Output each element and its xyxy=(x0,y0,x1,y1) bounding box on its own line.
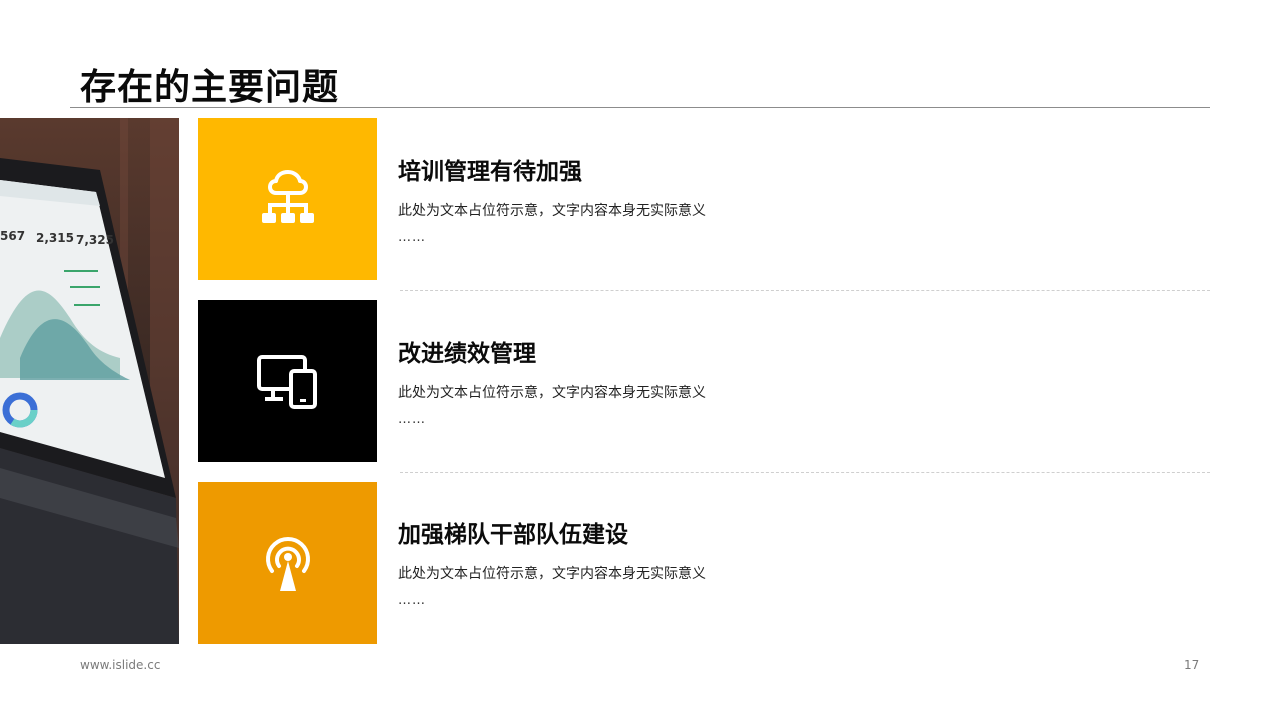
page-number: 17 xyxy=(1184,658,1200,672)
slide-title: 存在的主要问题 xyxy=(80,67,340,108)
devices-icon xyxy=(256,355,317,409)
title-divider xyxy=(70,107,1210,108)
item-tile-training xyxy=(198,118,377,280)
item-description: 此处为文本占位符示意，文字内容本身无实际意义 xyxy=(398,566,706,582)
progress-bar xyxy=(70,286,100,288)
item-separator xyxy=(400,290,1210,291)
footer-url[interactable]: www.islide.cc xyxy=(80,658,160,672)
cloud-network-icon xyxy=(261,170,314,223)
item-tile-cadre xyxy=(198,482,377,644)
item-tile-performance xyxy=(198,300,377,462)
item-heading: 改进绩效管理 xyxy=(398,341,536,367)
broadcast-icon xyxy=(265,537,310,591)
stat-value: 7,325 xyxy=(76,233,114,247)
item-heading: 培训管理有待加强 xyxy=(398,159,582,185)
item-heading: 加强梯队干部队伍建设 xyxy=(398,522,628,548)
laptop-dashboard-photo: 567 2,315 7,325 xyxy=(0,118,179,644)
stat-value: 567 xyxy=(0,229,25,243)
progress-bar xyxy=(64,270,98,272)
laptop-illustration: 567 2,315 7,325 xyxy=(0,118,179,644)
item-description: 此处为文本占位符示意，文字内容本身无实际意义 xyxy=(398,385,706,401)
item-separator xyxy=(400,472,1210,473)
progress-bar xyxy=(74,304,100,306)
item-description: 此处为文本占位符示意，文字内容本身无实际意义 xyxy=(398,203,706,219)
item-ellipsis: …… xyxy=(398,412,426,427)
item-ellipsis: …… xyxy=(398,593,426,608)
stat-value: 2,315 xyxy=(36,231,74,245)
item-ellipsis: …… xyxy=(398,230,426,245)
